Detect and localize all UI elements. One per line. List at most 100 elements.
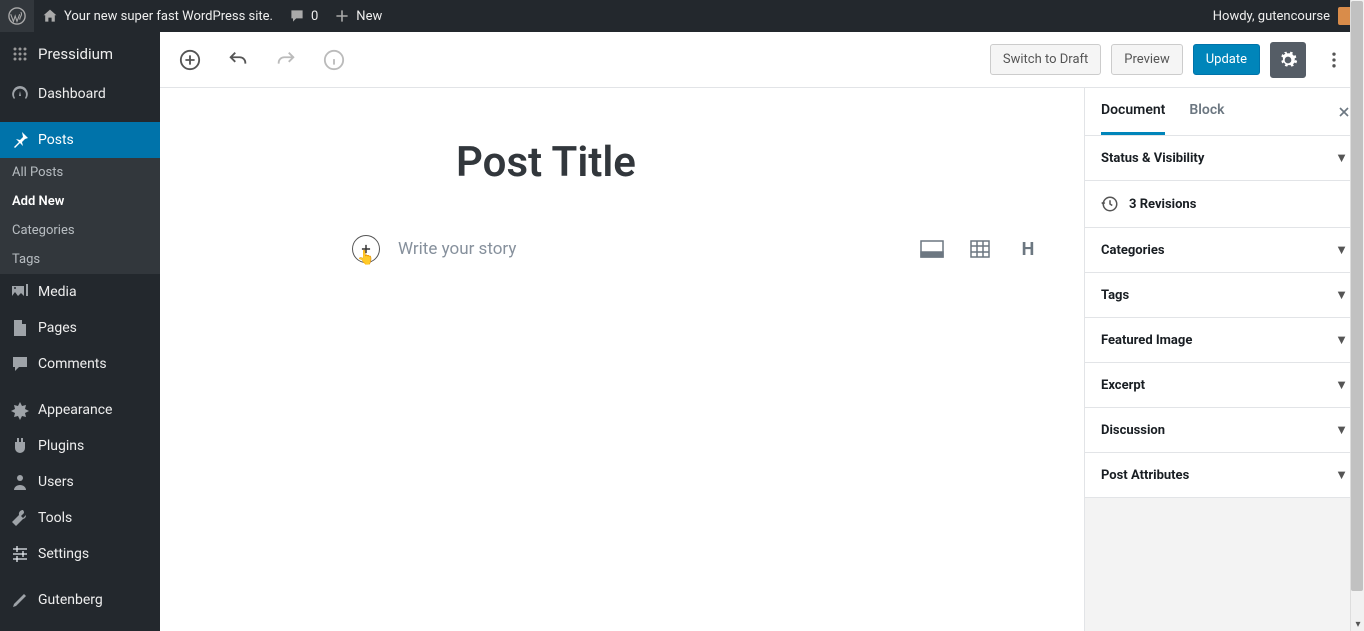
- wp-logo[interactable]: [0, 0, 34, 32]
- switch-draft-button[interactable]: Switch to Draft: [990, 44, 1101, 75]
- redo-icon: [275, 49, 297, 71]
- plugins-icon: [10, 436, 30, 456]
- panel-discussion[interactable]: Discussion ▼: [1085, 408, 1364, 452]
- chevron-down-icon: ▼: [1335, 422, 1348, 438]
- sidebar-item-posts[interactable]: Posts: [0, 122, 160, 158]
- sidebar-item-label: Comments: [38, 356, 107, 372]
- submenu-categories[interactable]: Categories: [0, 216, 160, 245]
- posts-submenu: All Posts Add New Categories Tags: [0, 158, 160, 274]
- sidebar-item-label: Gutenberg: [38, 592, 103, 608]
- sidebar-item-media[interactable]: Media: [0, 274, 160, 310]
- admin-sidebar: Pressidium Dashboard Posts All Posts Add…: [0, 32, 160, 631]
- pin-icon: [10, 130, 30, 150]
- sidebar-brand[interactable]: Pressidium: [0, 32, 160, 76]
- plus-circle-icon: [179, 49, 201, 71]
- sidebar-item-comments[interactable]: Comments: [0, 346, 160, 382]
- site-title: Your new super fast WordPress site.: [64, 9, 273, 24]
- chevron-down-icon: ▼: [1335, 287, 1348, 303]
- editor-canvas[interactable]: Post Title 👆 Write your story: [160, 88, 1084, 631]
- submenu-all-posts[interactable]: All Posts: [0, 158, 160, 187]
- users-icon: [10, 472, 30, 492]
- post-title-input[interactable]: Post Title: [456, 138, 1080, 187]
- tab-block[interactable]: Block: [1189, 88, 1224, 135]
- sidebar-item-label: Settings: [38, 546, 89, 562]
- sidebar-item-users[interactable]: Users: [0, 464, 160, 500]
- chevron-down-icon: ▼: [1335, 377, 1348, 393]
- panel-post-attributes[interactable]: Post Attributes ▼: [1085, 453, 1364, 497]
- brand-label: Pressidium: [38, 45, 113, 63]
- sidebar-item-dashboard[interactable]: Dashboard: [0, 76, 160, 112]
- sidebar-item-appearance[interactable]: Appearance: [0, 392, 160, 428]
- table-block-icon: [970, 240, 990, 258]
- image-block-icon: [920, 240, 944, 258]
- block-placeholder[interactable]: Write your story: [398, 239, 920, 259]
- suggest-table-block[interactable]: [968, 237, 992, 261]
- panel-label: Categories: [1101, 243, 1165, 258]
- new-label: New: [356, 9, 382, 24]
- sidebar-item-gutenberg[interactable]: Gutenberg: [0, 582, 160, 618]
- panel-featured-image[interactable]: Featured Image ▼: [1085, 318, 1364, 362]
- site-link[interactable]: Your new super fast WordPress site.: [34, 0, 281, 32]
- revisions-label: 3 Revisions: [1129, 197, 1196, 212]
- add-block-button[interactable]: [172, 42, 208, 78]
- insert-block-button[interactable]: 👆: [352, 235, 380, 263]
- scrollbar-thumb[interactable]: [1351, 1, 1363, 591]
- settings-toggle-button[interactable]: [1270, 42, 1306, 78]
- submenu-add-new[interactable]: Add New: [0, 187, 160, 216]
- update-button[interactable]: Update: [1193, 44, 1260, 75]
- more-vertical-icon: [1324, 50, 1344, 70]
- editor-toolbar: Switch to Draft Preview Update: [160, 32, 1364, 88]
- info-button[interactable]: [316, 42, 352, 78]
- preview-button[interactable]: Preview: [1111, 44, 1182, 75]
- sidebar-item-plugins[interactable]: Plugins: [0, 428, 160, 464]
- howdy-text[interactable]: Howdy, gutencourse: [1213, 9, 1330, 24]
- panel-categories[interactable]: Categories ▼: [1085, 228, 1364, 272]
- submenu-tags[interactable]: Tags: [0, 245, 160, 274]
- gear-icon: [1278, 50, 1298, 70]
- panel-label: Discussion: [1101, 423, 1165, 438]
- gutenberg-icon: [10, 590, 30, 610]
- comments-link[interactable]: 0: [281, 0, 326, 32]
- adminbar: Your new super fast WordPress site. 0 Ne…: [0, 0, 1364, 32]
- more-menu-button[interactable]: [1316, 42, 1352, 78]
- media-icon: [10, 282, 30, 302]
- panel-excerpt[interactable]: Excerpt ▼: [1085, 363, 1364, 407]
- wordpress-icon: [8, 7, 26, 25]
- plus-circle-icon: [359, 242, 373, 256]
- info-icon: [323, 49, 345, 71]
- browser-scrollbar[interactable]: ▾: [1350, 0, 1364, 631]
- heading-block-icon: H: [1022, 239, 1035, 260]
- tools-icon: [10, 508, 30, 528]
- home-icon: [42, 8, 58, 24]
- brand-icon: [10, 44, 30, 64]
- settings-icon: [10, 544, 30, 564]
- sidebar-item-label: Dashboard: [38, 86, 106, 102]
- settings-panel: Document Block Status & Visibility ▼: [1084, 88, 1364, 631]
- tab-document[interactable]: Document: [1101, 88, 1165, 135]
- suggest-image-block[interactable]: [920, 237, 944, 261]
- sidebar-item-label: Media: [38, 284, 77, 300]
- undo-button[interactable]: [220, 42, 256, 78]
- panel-label: Status & Visibility: [1101, 151, 1204, 166]
- undo-icon: [227, 49, 249, 71]
- suggest-heading-block[interactable]: H: [1016, 237, 1040, 261]
- chevron-down-icon: ▼: [1335, 242, 1348, 258]
- panel-label: Post Attributes: [1101, 468, 1189, 483]
- sidebar-item-label: Tools: [38, 510, 72, 526]
- sidebar-item-tools[interactable]: Tools: [0, 500, 160, 536]
- scroll-down-arrow[interactable]: ▾: [1351, 617, 1364, 631]
- chevron-down-icon: ▼: [1335, 467, 1348, 483]
- sidebar-item-label: Pages: [38, 320, 77, 336]
- redo-button[interactable]: [268, 42, 304, 78]
- sidebar-item-pages[interactable]: Pages: [0, 310, 160, 346]
- sidebar-item-settings[interactable]: Settings: [0, 536, 160, 572]
- new-link[interactable]: New: [326, 0, 390, 32]
- revisions-link[interactable]: 3 Revisions: [1085, 181, 1364, 228]
- panel-label: Tags: [1101, 288, 1129, 303]
- editor-main: Switch to Draft Preview Update Post Titl…: [160, 32, 1364, 631]
- sidebar-item-label: Plugins: [38, 438, 84, 454]
- chevron-down-icon: ▼: [1335, 332, 1348, 348]
- panel-label: Excerpt: [1101, 378, 1145, 393]
- panel-status-visibility[interactable]: Status & Visibility ▼: [1085, 136, 1364, 180]
- panel-tags[interactable]: Tags ▼: [1085, 273, 1364, 317]
